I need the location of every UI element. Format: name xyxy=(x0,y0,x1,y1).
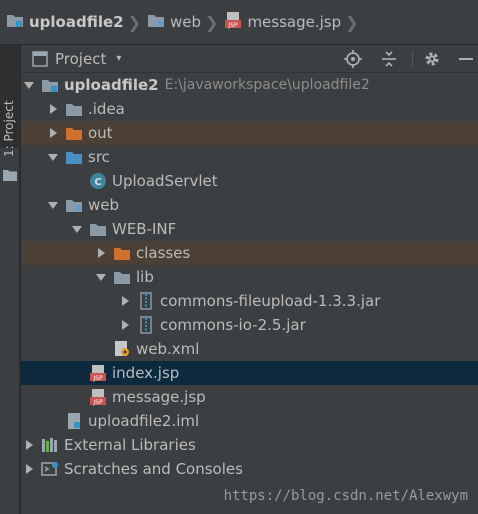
project-view-title[interactable]: Project xyxy=(55,50,106,68)
tree-item-uploadservlet[interactable]: C UploadServlet xyxy=(21,169,478,193)
project-tree: uploadfile2 E:\javaworkspace\uploadfile2… xyxy=(21,73,478,514)
chevron-right-icon: ❯ xyxy=(205,12,219,32)
tree-item-label: message.jsp xyxy=(112,388,206,406)
expand-arrow-right-icon[interactable] xyxy=(95,247,107,259)
collapse-all-icon[interactable] xyxy=(379,49,399,69)
jar-icon xyxy=(137,316,155,334)
project-tool-tab-label: 1: Project xyxy=(2,100,16,157)
tree-item-label: lib xyxy=(136,268,154,286)
excluded-folder-icon xyxy=(113,244,131,262)
expand-arrow-down-icon[interactable] xyxy=(47,151,59,163)
breadcrumb-label: web xyxy=(170,13,202,31)
excluded-folder-icon xyxy=(65,124,83,142)
navigation-breadcrumb: uploadfile2 ❯ web ❯ JSP message.jsp ❯ xyxy=(0,0,478,45)
expand-arrow-right-icon[interactable] xyxy=(119,295,131,307)
tree-item-label: WEB-INF xyxy=(112,220,177,238)
tree-item-label: External Libraries xyxy=(64,436,196,454)
svg-text:C: C xyxy=(94,177,101,188)
svg-text:JSP: JSP xyxy=(92,399,103,406)
source-folder-icon xyxy=(65,148,83,166)
expand-arrow-right-icon[interactable] xyxy=(23,439,35,451)
tree-item-commons-io-jar[interactable]: commons-io-2.5.jar xyxy=(21,313,478,337)
tree-item-src[interactable]: src xyxy=(21,145,478,169)
expand-arrow-down-icon[interactable] xyxy=(95,271,107,283)
tree-item-label: src xyxy=(88,148,110,166)
tree-item-label: web.xml xyxy=(136,340,200,358)
expand-arrow-down-icon[interactable] xyxy=(47,199,59,211)
web-folder-icon xyxy=(147,12,165,32)
tree-item-web[interactable]: web xyxy=(21,193,478,217)
tree-item-external-libraries[interactable]: External Libraries xyxy=(21,433,478,457)
module-folder-icon xyxy=(6,12,24,32)
tree-item-out[interactable]: out xyxy=(21,121,478,145)
tree-item-label: commons-io-2.5.jar xyxy=(160,316,306,334)
jsp-file-icon: JSP xyxy=(89,388,107,406)
tree-item-label: .idea xyxy=(88,100,125,118)
project-view-icon xyxy=(32,51,48,71)
tree-item-classes[interactable]: classes xyxy=(21,241,478,265)
breadcrumb-label: message.jsp xyxy=(247,13,342,31)
chevron-down-icon[interactable]: ▾ xyxy=(116,53,121,64)
scratches-icon xyxy=(41,460,59,478)
module-path: E:\javaworkspace\uploadfile2 xyxy=(164,77,370,93)
expand-arrow-down-icon[interactable] xyxy=(23,79,35,91)
tree-item-label: uploadfile2.iml xyxy=(88,412,200,430)
folder-icon xyxy=(89,220,107,238)
tree-item-uploadfile2[interactable]: uploadfile2 E:\javaworkspace\uploadfile2 xyxy=(21,73,478,97)
settings-icon[interactable] xyxy=(422,49,442,69)
breadcrumb-label: uploadfile2 xyxy=(29,13,124,31)
locate-icon[interactable] xyxy=(343,49,363,69)
expand-arrow-right-icon[interactable] xyxy=(23,463,35,475)
folder-icon xyxy=(65,100,83,118)
expand-arrow-right-icon[interactable] xyxy=(119,319,131,331)
tree-item-label: uploadfile2 xyxy=(64,76,159,94)
folder-icon xyxy=(113,268,131,286)
tree-item-uploadfile2-iml[interactable]: uploadfile2.iml xyxy=(21,409,478,433)
chevron-right-icon: ❯ xyxy=(127,12,141,32)
hide-icon[interactable] xyxy=(456,49,476,69)
project-tool-tab[interactable]: 1: Project xyxy=(0,45,20,181)
expand-arrow-right-icon[interactable] xyxy=(47,103,59,115)
expand-arrow-right-icon[interactable] xyxy=(47,127,59,139)
breadcrumb-item-uploadfile2[interactable]: uploadfile2 xyxy=(6,0,124,45)
tree-item-label: Scratches and Consoles xyxy=(64,460,243,478)
jsp-file-icon: JSP xyxy=(224,11,242,33)
xml-file-icon xyxy=(113,340,131,358)
tree-item-web-inf[interactable]: WEB-INF xyxy=(21,217,478,241)
tree-item-label: UploadServlet xyxy=(112,172,218,190)
libraries-icon xyxy=(41,436,59,454)
tree-item-label: index.jsp xyxy=(112,364,180,382)
module-folder-icon xyxy=(41,76,59,94)
tree-item-label: classes xyxy=(136,244,191,262)
tree-item-label: web xyxy=(88,196,120,214)
iml-file-icon xyxy=(65,412,83,430)
tree-item-idea[interactable]: .idea xyxy=(21,97,478,121)
tree-item-label: out xyxy=(88,124,113,142)
web-folder-icon xyxy=(65,196,83,214)
toolbar-divider xyxy=(412,51,413,67)
tree-item-scratches-and-consoles[interactable]: Scratches and Consoles xyxy=(21,457,478,481)
tree-item-label: commons-fileupload-1.3.3.jar xyxy=(160,292,381,310)
breadcrumb-item-message-jsp[interactable]: JSP message.jsp xyxy=(224,0,341,45)
project-toolbar: Project ▾ xyxy=(21,45,478,73)
chevron-right-icon: ❯ xyxy=(345,12,359,32)
jar-icon xyxy=(137,292,155,310)
tree-item-message-jsp[interactable]: JSP message.jsp xyxy=(21,385,478,409)
tree-item-lib[interactable]: lib xyxy=(21,265,478,289)
jsp-file-icon: JSP xyxy=(89,364,107,382)
tree-item-index-jsp[interactable]: JSP index.jsp xyxy=(21,361,478,385)
tree-item-web-xml[interactable]: web.xml xyxy=(21,337,478,361)
expand-arrow-down-icon[interactable] xyxy=(71,223,83,235)
folder-icon xyxy=(3,169,17,185)
tree-item-commons-fileupload-jar[interactable]: commons-fileupload-1.3.3.jar xyxy=(21,289,478,313)
svg-text:JSP: JSP xyxy=(228,22,239,29)
svg-text:JSP: JSP xyxy=(92,375,103,382)
watermark-text: https://blog.csdn.net/Alexwym xyxy=(223,488,468,504)
breadcrumb-item-web[interactable]: web xyxy=(147,0,201,45)
class-icon: C xyxy=(89,172,107,190)
